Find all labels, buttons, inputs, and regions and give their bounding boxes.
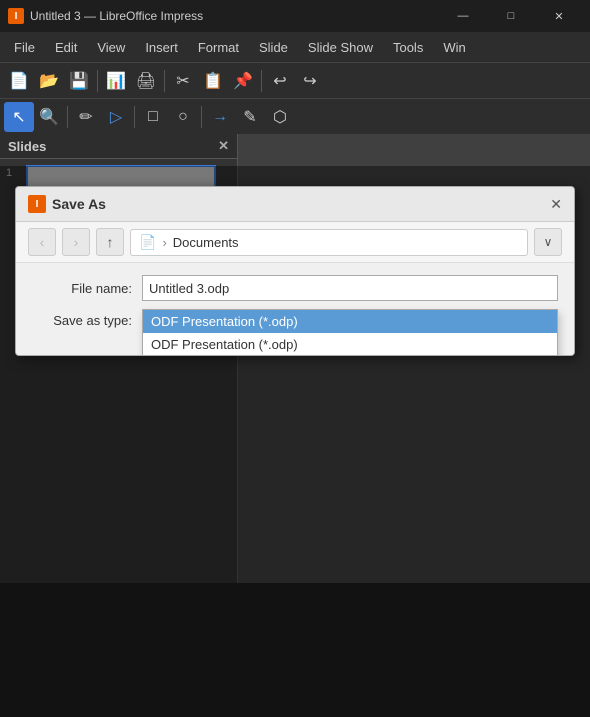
filename-row: File name:: [32, 275, 558, 301]
close-button[interactable]: ✕: [536, 0, 582, 32]
sep-3: [261, 70, 262, 92]
slides-panel-header: Slides ✕: [0, 134, 237, 159]
draw-rect[interactable]: □: [138, 102, 168, 132]
dialog-nav: ‹ › ↑ 📄 › Documents ∨: [16, 222, 574, 263]
sep-6: [201, 106, 202, 128]
dropdown-arrow-icon: ∨: [544, 235, 553, 249]
window-controls: — □ ✕: [440, 0, 582, 32]
slides-panel-close[interactable]: ✕: [218, 138, 229, 154]
menu-bar: File Edit View Insert Format Slide Slide…: [0, 32, 590, 62]
filetype-item-odp-selected[interactable]: ODF Presentation (*.odp): [143, 310, 557, 333]
redo-button[interactable]: ↪: [295, 66, 325, 96]
menu-window[interactable]: Win: [433, 36, 475, 59]
draw-line[interactable]: ✏: [71, 102, 101, 132]
sep-4: [67, 106, 68, 128]
menu-tools[interactable]: Tools: [383, 36, 433, 59]
dialog-title-text: Save As: [52, 196, 106, 212]
toolbar-2: ↖ 🔍 ✏ ▷ □ ○ → ✎ ⬡: [0, 98, 590, 134]
sep-2: [164, 70, 165, 92]
nav-dropdown-button[interactable]: ∨: [534, 228, 562, 256]
sep-1: [97, 70, 98, 92]
print-button[interactable]: 🖨: [131, 66, 161, 96]
dialog-icon: I: [28, 195, 46, 213]
breadcrumb-separator: ›: [162, 235, 166, 250]
open-button[interactable]: 📂: [34, 66, 64, 96]
savetype-label: Save as type:: [32, 309, 132, 328]
menu-file[interactable]: File: [4, 36, 45, 59]
filetype-list: ODF Presentation (*.odp) ODF Presentatio…: [142, 309, 558, 356]
copy-button[interactable]: 📋: [198, 66, 228, 96]
curve-tool[interactable]: ✎: [235, 102, 265, 132]
draw-ellipse[interactable]: ○: [168, 102, 198, 132]
filetype-item-odp[interactable]: ODF Presentation (*.odp): [143, 333, 557, 356]
breadcrumb-icon: 📄: [139, 234, 156, 251]
slides-panel-title: Slides: [8, 139, 46, 154]
main-area: Slides ✕ 1 I Save As ✕ ‹: [0, 134, 590, 583]
dialog-form: File name: Save as type: ODF Presentatio…: [16, 263, 574, 355]
up-icon: ↑: [107, 234, 114, 250]
dialog-title: I Save As: [28, 195, 106, 213]
breadcrumb-path: Documents: [173, 235, 239, 250]
toolbar-1: 📄 📂 💾 📊 🖨 ✂ 📋 📌 ↩ ↪: [0, 62, 590, 98]
maximize-button[interactable]: □: [488, 0, 534, 32]
polygon-tool[interactable]: ⬡: [265, 102, 295, 132]
forward-icon: ›: [74, 234, 79, 250]
nav-up-button[interactable]: ↑: [96, 228, 124, 256]
dialog-titlebar: I Save As ✕: [16, 187, 574, 222]
menu-slide[interactable]: Slide: [249, 36, 298, 59]
save-as-dialog: I Save As ✕ ‹ › ↑ 📄 › Docum: [15, 186, 575, 356]
menu-insert[interactable]: Insert: [135, 36, 188, 59]
line-arrow-tool[interactable]: →: [205, 102, 235, 132]
filetype-item-label: ODF Presentation (*.odp): [151, 337, 298, 352]
save-button[interactable]: 💾: [64, 66, 94, 96]
dialog-overlay: I Save As ✕ ‹ › ↑ 📄 › Docum: [0, 166, 590, 717]
menu-view[interactable]: View: [87, 36, 135, 59]
savetype-row: Save as type: ODF Presentation (*.odp) O…: [32, 309, 558, 335]
new-button[interactable]: 📄: [4, 66, 34, 96]
menu-format[interactable]: Format: [188, 36, 249, 59]
zoom-tool[interactable]: 🔍: [34, 102, 64, 132]
back-icon: ‹: [40, 234, 45, 250]
title-bar: I Untitled 3 — LibreOffice Impress — □ ✕: [0, 0, 590, 32]
undo-button[interactable]: ↩: [265, 66, 295, 96]
menu-edit[interactable]: Edit: [45, 36, 87, 59]
filetype-dropdown[interactable]: ODF Presentation (*.odp) ODF Presentatio…: [142, 309, 558, 335]
filename-label: File name:: [32, 281, 132, 296]
filename-input[interactable]: [142, 275, 558, 301]
minimize-button[interactable]: —: [440, 0, 486, 32]
print-preview-button[interactable]: 📊: [101, 66, 131, 96]
app-icon: I: [8, 8, 24, 24]
paste-button[interactable]: 📌: [228, 66, 258, 96]
nav-forward-button[interactable]: ›: [62, 228, 90, 256]
menu-slideshow[interactable]: Slide Show: [298, 36, 383, 59]
cut-button[interactable]: ✂: [168, 66, 198, 96]
nav-breadcrumb[interactable]: 📄 › Documents: [130, 229, 528, 256]
nav-back-button[interactable]: ‹: [28, 228, 56, 256]
sep-5: [134, 106, 135, 128]
draw-arrow[interactable]: ▷: [101, 102, 131, 132]
window-title: Untitled 3 — LibreOffice Impress: [30, 9, 440, 23]
dialog-close-button[interactable]: ✕: [550, 196, 562, 213]
select-tool[interactable]: ↖: [4, 102, 34, 132]
filetype-item-label: ODF Presentation (*.odp): [151, 314, 298, 329]
